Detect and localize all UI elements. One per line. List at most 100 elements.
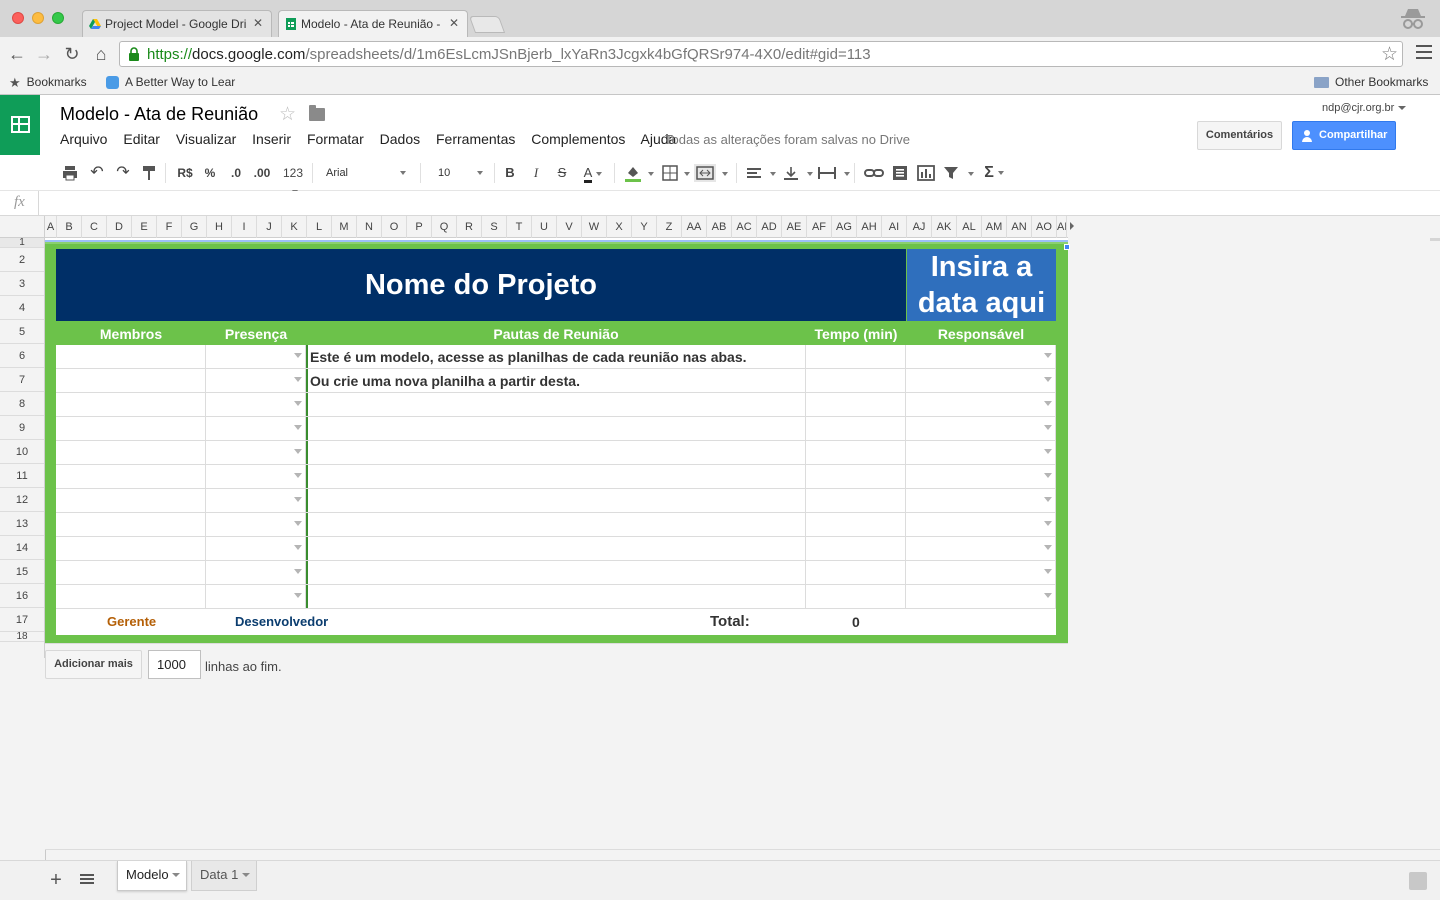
row-header-14[interactable]: 14 [0, 536, 44, 560]
members-cell[interactable] [56, 513, 206, 537]
time-cell[interactable] [806, 537, 906, 561]
owner-cell[interactable] [906, 513, 1056, 537]
decrease-decimal-button[interactable]: .0 [227, 164, 245, 182]
rows-count-input[interactable]: 1000 [148, 650, 201, 679]
dropdown-arrow-icon[interactable] [294, 449, 302, 454]
column-header-v[interactable]: V [557, 216, 582, 238]
row-header-17[interactable]: 17 [0, 608, 44, 632]
presence-cell[interactable] [206, 465, 306, 489]
row-header-4[interactable]: 4 [0, 296, 44, 320]
column-header-g[interactable]: G [182, 216, 207, 238]
members-cell[interactable] [56, 417, 206, 441]
members-cell[interactable] [56, 393, 206, 417]
text-wrapping-dropdown[interactable] [840, 164, 848, 182]
browser-tab-project-model[interactable]: Project Model - Google Dri ✕ [82, 10, 272, 37]
row-header-9[interactable]: 9 [0, 416, 44, 440]
column-header-am[interactable]: AM [982, 216, 1007, 238]
row-header-8[interactable]: 8 [0, 392, 44, 416]
new-tab-button[interactable] [468, 16, 506, 33]
select-all-corner[interactable] [0, 216, 45, 238]
browser-menu-icon[interactable] [1416, 45, 1432, 61]
browser-tab-modelo[interactable]: Modelo - Ata de Reunião - ✕ [278, 10, 468, 37]
owner-cell[interactable] [906, 369, 1056, 393]
document-title[interactable]: Modelo - Ata de Reunião [60, 104, 258, 125]
column-header-e[interactable]: E [132, 216, 157, 238]
agenda-cell[interactable] [306, 417, 806, 441]
chevron-down-icon[interactable] [242, 873, 250, 877]
italic-button[interactable]: I [529, 164, 543, 182]
row-header-12[interactable]: 12 [0, 488, 44, 512]
members-cell[interactable] [56, 585, 206, 609]
row-header-10[interactable]: 10 [0, 440, 44, 464]
filter-dropdown[interactable] [964, 164, 972, 182]
column-header-o[interactable]: O [382, 216, 407, 238]
menu-visualizar[interactable]: Visualizar [176, 131, 236, 147]
column-header-b[interactable]: B [57, 216, 82, 238]
total-label[interactable]: Total: [710, 609, 750, 635]
strikethrough-button[interactable]: S [555, 164, 569, 182]
back-arrow-icon[interactable]: ← [6, 43, 28, 65]
column-header-r[interactable]: R [457, 216, 482, 238]
column-header-c[interactable]: C [82, 216, 107, 238]
column-header-ae[interactable]: AE [782, 216, 807, 238]
column-header-af[interactable]: AF [807, 216, 832, 238]
forward-arrow-icon[interactable]: → [33, 43, 55, 65]
menu-ferramentas[interactable]: Ferramentas [436, 131, 515, 147]
borders-dropdown[interactable] [680, 164, 688, 182]
presence-cell[interactable] [206, 345, 306, 369]
presence-cell[interactable] [206, 441, 306, 465]
time-cell[interactable] [806, 393, 906, 417]
time-cell[interactable] [806, 417, 906, 441]
dropdown-arrow-icon[interactable] [1044, 521, 1052, 526]
dropdown-arrow-icon[interactable] [1044, 569, 1052, 574]
agenda-cell[interactable]: Este é um modelo, acesse as planilhas de… [306, 345, 806, 369]
agenda-cell[interactable] [306, 489, 806, 513]
column-header-ab[interactable]: AB [707, 216, 732, 238]
members-cell[interactable] [56, 537, 206, 561]
dropdown-arrow-icon[interactable] [294, 425, 302, 430]
owner-cell[interactable] [906, 585, 1056, 609]
column-header-d[interactable]: D [107, 216, 132, 238]
paint-format-icon[interactable] [140, 164, 158, 182]
members-cell[interactable] [56, 369, 206, 393]
agenda-cell[interactable] [306, 393, 806, 417]
sheet-tab-modelo[interactable]: Modelo [117, 861, 187, 891]
owner-cell[interactable] [906, 345, 1056, 369]
minimize-window-button[interactable] [32, 12, 44, 24]
redo-icon[interactable]: ↷ [114, 164, 132, 182]
dropdown-arrow-icon[interactable] [1044, 545, 1052, 550]
agenda-cell[interactable] [306, 537, 806, 561]
agenda-cell[interactable] [306, 441, 806, 465]
column-header-ah[interactable]: AH [857, 216, 882, 238]
time-cell[interactable] [806, 585, 906, 609]
column-header-ao[interactable]: AO [1032, 216, 1057, 238]
text-color-button[interactable]: A [578, 164, 608, 183]
column-header-m[interactable]: M [332, 216, 357, 238]
agenda-cell[interactable] [306, 585, 806, 609]
time-cell[interactable] [806, 345, 906, 369]
owner-cell[interactable] [906, 489, 1056, 513]
members-cell[interactable] [56, 345, 206, 369]
dropdown-arrow-icon[interactable] [1044, 377, 1052, 382]
close-tab-icon[interactable]: ✕ [449, 16, 459, 30]
time-cell[interactable] [806, 369, 906, 393]
star-document-icon[interactable]: ☆ [279, 103, 296, 126]
insert-link-icon[interactable] [864, 164, 884, 182]
column-header-i[interactable]: I [232, 216, 257, 238]
menu-formatar[interactable]: Formatar [307, 131, 364, 147]
agenda-cell[interactable]: Ou crie uma nova planilha a partir desta… [306, 369, 806, 393]
column-header-l[interactable]: L [307, 216, 332, 238]
home-icon[interactable]: ⌂ [90, 43, 112, 65]
horizontal-align-dropdown[interactable] [766, 164, 774, 182]
insert-chart-icon[interactable] [917, 164, 935, 182]
presence-cell[interactable] [206, 417, 306, 441]
dropdown-arrow-icon[interactable] [294, 497, 302, 502]
dropdown-arrow-icon[interactable] [294, 401, 302, 406]
merge-dropdown[interactable] [718, 164, 726, 182]
row-header-16[interactable]: 16 [0, 584, 44, 608]
add-sheet-icon[interactable]: + [48, 869, 64, 892]
column-header-ak[interactable]: AK [932, 216, 957, 238]
row-header-18[interactable]: 18 [0, 632, 44, 642]
presence-cell[interactable] [206, 585, 306, 609]
format-percent-button[interactable]: % [203, 164, 217, 182]
